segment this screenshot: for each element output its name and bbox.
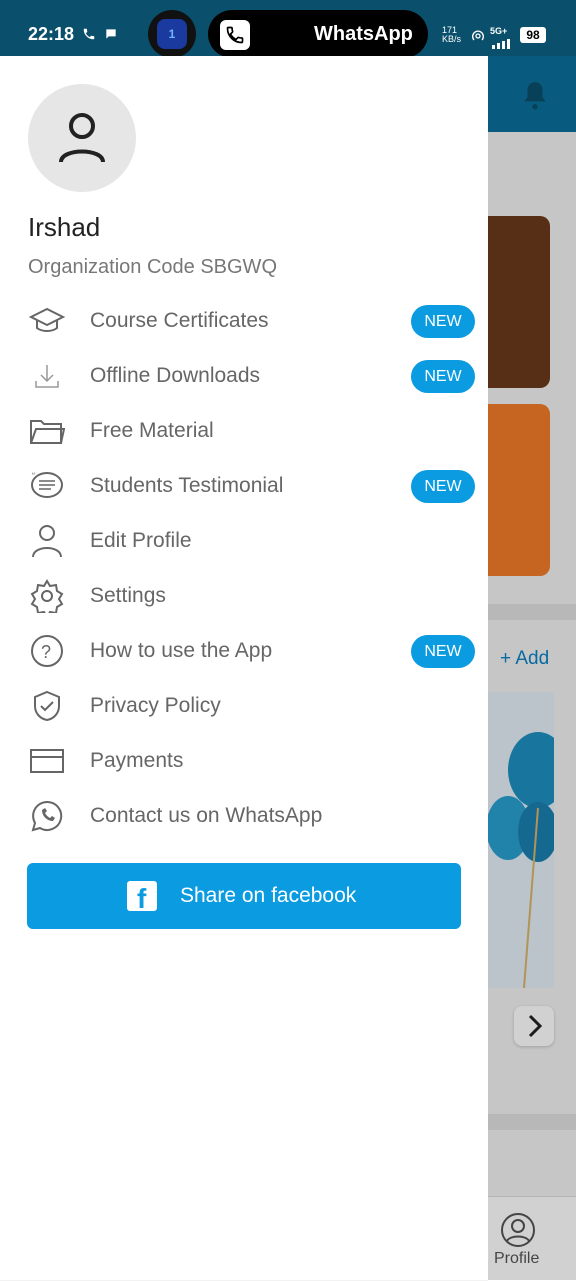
menu-item-how-to-use[interactable]: ? How to use the App NEW (0, 624, 488, 679)
new-badge: NEW (411, 305, 475, 338)
new-badge: NEW (411, 635, 475, 668)
help-circle-icon: ? (28, 634, 66, 668)
broadcast-icon: 1 (157, 19, 187, 49)
menu-item-label: Students Testimonial (90, 474, 284, 497)
menu-item-label: Contact us on WhatsApp (90, 804, 323, 827)
whatsapp-call-pill[interactable]: WhatsApp (208, 10, 428, 58)
battery-indicator: 98 (520, 27, 546, 43)
menu-item-privacy-policy[interactable]: Privacy Policy (0, 679, 488, 734)
person-icon (28, 524, 66, 558)
menu-item-payments[interactable]: Payments (0, 734, 488, 789)
new-badge: NEW (411, 360, 475, 393)
broadcast-pill[interactable]: 1 (148, 10, 196, 58)
menu-item-label: Payments (90, 749, 184, 772)
svg-text:“: “ (32, 471, 35, 481)
menu-item-students-testimonial[interactable]: “ Students Testimonial NEW (0, 459, 488, 514)
menu-item-settings[interactable]: Settings (0, 569, 488, 624)
menu-item-free-material[interactable]: Free Material (0, 404, 488, 459)
menu-item-label: Settings (90, 584, 166, 607)
shield-check-icon (28, 689, 66, 723)
new-badge: NEW (411, 470, 475, 503)
menu-item-course-certificates[interactable]: Course Certificates NEW (0, 294, 488, 349)
network-type: 5G+ (490, 26, 508, 36)
menu-item-edit-profile[interactable]: Edit Profile (0, 514, 488, 569)
gear-icon (28, 579, 66, 613)
card-icon (28, 744, 66, 778)
menu-item-label: Offline Downloads (90, 364, 261, 387)
menu-item-contact-whatsapp[interactable]: Contact us on WhatsApp (0, 789, 488, 844)
graduation-cap-icon (28, 304, 66, 338)
drawer-scrim[interactable] (488, 56, 576, 1280)
network-speed-unit: KB/s (442, 34, 462, 44)
organization-code: Organization Code SBGWQ (28, 256, 277, 278)
folder-icon (28, 414, 66, 448)
menu-item-label: Privacy Policy (90, 694, 221, 717)
whatsapp-icon (28, 799, 66, 833)
avatar[interactable] (28, 84, 136, 192)
share-facebook-label: Share on facebook (180, 884, 357, 907)
status-bar: 22:18 1 WhatsApp 171 KB/s 5G+ 98 (0, 0, 576, 58)
facebook-icon: f (127, 881, 157, 914)
download-icon (28, 359, 66, 393)
svg-text:?: ? (41, 642, 51, 662)
testimonial-quote-icon: “ (28, 469, 66, 503)
menu-item-offline-downloads[interactable]: Offline Downloads NEW (0, 349, 488, 404)
menu-item-label: Free Material (90, 419, 214, 442)
user-icon (59, 113, 105, 163)
phone-icon (220, 20, 250, 50)
menu-item-label: Course Certificates (90, 309, 269, 332)
call-status-icon (82, 27, 96, 44)
navigation-drawer: Irshad Organization Code SBGWQ Course Ce… (0, 56, 488, 1280)
user-name: Irshad (28, 212, 101, 242)
menu-item-label: How to use the App (90, 639, 273, 662)
drawer-menu: Course Certificates NEW Offline Download… (0, 294, 488, 844)
chat-status-icon (104, 27, 118, 44)
share-facebook-button[interactable]: f Share on facebook (27, 863, 461, 929)
whatsapp-call-label: WhatsApp (314, 23, 413, 45)
menu-item-label: Edit Profile (90, 529, 192, 552)
signal-icon (492, 36, 516, 54)
status-time: 22:18 (28, 24, 75, 44)
network-speed: 171 KB/s (442, 26, 461, 44)
hotspot-icon (470, 28, 486, 49)
